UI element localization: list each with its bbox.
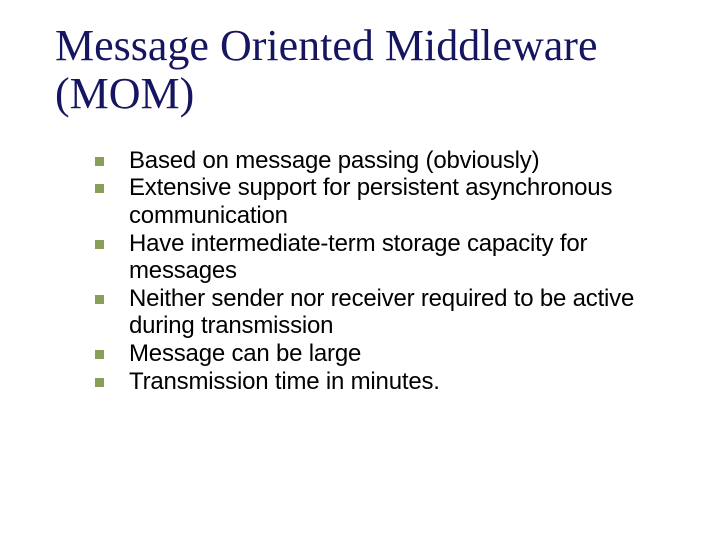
list-item: Have intermediate-term storage capacity … (95, 230, 692, 285)
bullet-icon (95, 184, 104, 193)
bullet-text: Based on message passing (obviously) (129, 147, 539, 174)
list-item: Message can be large (95, 340, 692, 368)
bullet-icon (95, 378, 104, 387)
bullet-text: Extensive support for persistent asynchr… (129, 174, 612, 229)
bullet-text: Neither sender nor receiver required to … (129, 285, 634, 340)
list-item: Based on message passing (obviously) (95, 147, 692, 175)
slide-title: Message Oriented Middleware (MOM) (55, 22, 692, 119)
bullet-text: Message can be large (129, 340, 361, 367)
bullet-text: Transmission time in minutes. (129, 368, 440, 395)
bullet-icon (95, 295, 104, 304)
bullet-text: Have intermediate-term storage capacity … (129, 230, 587, 285)
bullet-icon (95, 240, 104, 249)
list-item: Neither sender nor receiver required to … (95, 285, 692, 340)
bullet-list: Based on message passing (obviously) Ext… (95, 147, 692, 395)
list-item: Extensive support for persistent asynchr… (95, 174, 692, 229)
slide: Message Oriented Middleware (MOM) Based … (0, 0, 720, 540)
bullet-icon (95, 350, 104, 359)
bullet-icon (95, 157, 104, 166)
list-item: Transmission time in minutes. (95, 368, 692, 396)
